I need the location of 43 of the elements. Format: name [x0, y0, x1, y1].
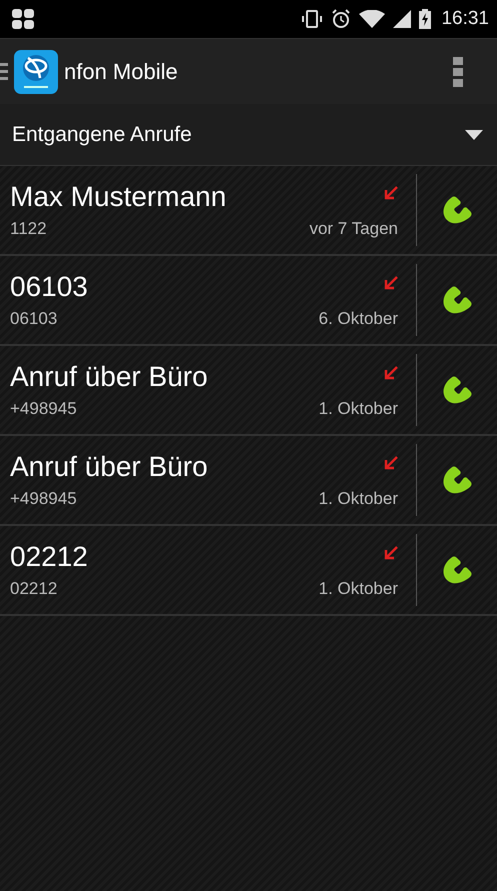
app-logo-icon [14, 50, 58, 94]
caller-number: 02212 [10, 579, 58, 599]
call-entry[interactable]: 02212 02212 1. Oktober [0, 526, 416, 614]
caller-number: +498945 [10, 399, 77, 419]
wifi-icon [359, 10, 386, 28]
missed-call-arrow-icon [384, 186, 398, 200]
app-grid-icon [12, 9, 34, 29]
battery-icon [419, 9, 432, 29]
missed-call-arrow-icon [384, 366, 398, 380]
dropdown-caret-icon [465, 130, 483, 140]
call-entry[interactable]: 06103 06103 6. Oktober [0, 256, 416, 344]
signal-icon [393, 10, 412, 28]
call-date: 1. Oktober [318, 399, 398, 419]
phone-icon [441, 284, 473, 316]
call-entry[interactable]: Max Mustermann 1122 vor 7 Tagen [0, 166, 416, 254]
caller-name: Anruf über Büro [10, 361, 208, 393]
call-date: 1. Oktober [318, 579, 398, 599]
missed-call-arrow-icon [384, 546, 398, 560]
phone-icon [441, 464, 473, 496]
phone-icon [441, 374, 473, 406]
caller-number: 06103 [10, 309, 58, 329]
missed-call-arrow-icon [384, 276, 398, 290]
call-date: 6. Oktober [318, 309, 398, 329]
call-entry[interactable]: Anruf über Büro +498945 1. Oktober [0, 346, 416, 434]
caller-name: 06103 [10, 271, 88, 303]
call-date: 1. Oktober [318, 489, 398, 509]
status-time: 16:31 [441, 8, 489, 30]
missed-call-arrow-icon [384, 456, 398, 470]
filter-dropdown[interactable]: Entgangene Anrufe [0, 104, 497, 166]
call-date: vor 7 Tagen [309, 219, 398, 239]
caller-name: Max Mustermann [10, 181, 226, 213]
alarm-icon [331, 9, 352, 29]
phone-icon [441, 554, 473, 586]
caller-number: +498945 [10, 489, 77, 509]
app-title: nfon Mobile [64, 58, 178, 84]
overflow-menu-icon[interactable] [453, 56, 463, 86]
caller-name: Anruf über Büro [10, 451, 208, 483]
phone-icon [441, 194, 473, 226]
caller-name: 02212 [10, 541, 88, 573]
call-entry[interactable]: Anruf über Büro +498945 1. Oktober [0, 436, 416, 524]
menu-icon [0, 60, 8, 82]
caller-number: 1122 [10, 219, 47, 239]
vibrate-icon [301, 10, 324, 28]
